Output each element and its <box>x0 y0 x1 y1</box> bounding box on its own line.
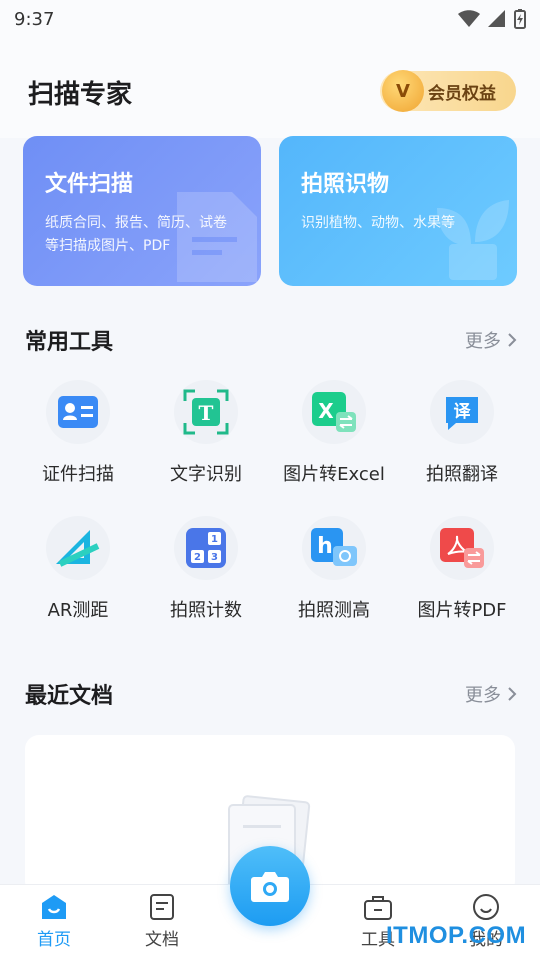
tools-more-link[interactable]: 更多 <box>465 327 517 353</box>
object-recognition-desc: 识别植物、动物、水果等 <box>301 215 455 231</box>
status-time: 9:37 <box>14 8 55 30</box>
tool-label: 拍照计数 <box>170 600 242 621</box>
tool-image-to-excel[interactable]: X 图片转Excel <box>270 380 398 498</box>
camera-button[interactable] <box>230 846 310 926</box>
home-icon <box>42 895 66 919</box>
tab-home[interactable]: 首页 <box>14 893 94 950</box>
tool-id-scan[interactable]: 证件扫描 <box>14 380 142 498</box>
toolbox-icon <box>364 896 392 920</box>
tab-documents-label: 文档 <box>145 930 179 950</box>
header: 扫描专家 V 会员权益 <box>0 38 540 138</box>
recent-section-title: 最近文档 <box>25 684 114 709</box>
tool-label: 图片转PDF <box>417 600 507 621</box>
status-icons <box>458 9 526 29</box>
signal-icon <box>488 10 505 27</box>
count-icon: 1 2 3 <box>186 528 226 568</box>
wifi-icon <box>458 10 480 27</box>
id-card-icon <box>58 396 98 428</box>
svg-text:1: 1 <box>211 534 218 545</box>
watermark-text: ITMOP.COM <box>386 922 527 949</box>
tool-photo-translate[interactable]: 译 拍照翻译 <box>398 380 526 498</box>
svg-text:T: T <box>199 401 214 425</box>
tools-grid: 证件扫描 T 文字识别 X 图片转Excel 译 拍照翻译 AR测距 1 2 3… <box>14 380 526 634</box>
tool-ar-measure[interactable]: AR测距 <box>14 516 142 634</box>
recent-more-link[interactable]: 更多 <box>465 681 517 707</box>
excel-icon: X <box>312 392 356 432</box>
tool-photo-count[interactable]: 1 2 3 拍照计数 <box>142 516 270 634</box>
translate-icon: 译 <box>446 397 478 430</box>
vip-badge-icon: V <box>382 70 424 112</box>
recent-more-label: 更多 <box>465 685 501 706</box>
svg-text:2: 2 <box>194 552 201 563</box>
battery-icon <box>514 9 526 29</box>
tab-home-label: 首页 <box>37 930 71 950</box>
file-scan-desc: 纸质合同、报告、简历、试卷等扫描成图片、PDF <box>45 215 227 254</box>
height-icon: h <box>311 528 357 566</box>
camera-icon <box>251 872 289 902</box>
vip-benefits-button[interactable]: V 会员权益 <box>380 70 516 112</box>
pdf-icon <box>440 528 484 568</box>
recent-section-header: 最近文档 更多 <box>25 678 517 710</box>
svg-text:X: X <box>318 399 334 423</box>
tool-label: AR测距 <box>47 600 109 621</box>
app-title: 扫描专家 <box>28 80 133 110</box>
tool-image-to-pdf[interactable]: 图片转PDF <box>398 516 526 634</box>
svg-text:h: h <box>317 534 333 559</box>
tool-label: 拍照测高 <box>298 600 370 621</box>
text-recognition-icon: T <box>183 389 229 435</box>
tool-label: 图片转Excel <box>283 464 385 485</box>
object-recognition-card[interactable]: 拍照识物 识别植物、动物、水果等 <box>279 136 517 286</box>
chevron-right-icon <box>508 687 517 701</box>
status-bar: 9:37 <box>0 0 540 38</box>
tool-photo-height[interactable]: h 拍照测高 <box>270 516 398 634</box>
document-tab-icon <box>150 894 174 920</box>
tools-more-label: 更多 <box>465 331 501 352</box>
vip-label: 会员权益 <box>428 83 496 104</box>
tools-section-title: 常用工具 <box>25 330 114 355</box>
file-scan-card[interactable]: 文件扫描 纸质合同、报告、简历、试卷等扫描成图片、PDF <box>23 136 261 286</box>
profile-icon <box>473 894 499 920</box>
tool-label: 证件扫描 <box>42 464 114 485</box>
svg-text:译: 译 <box>454 402 472 422</box>
tool-label: 拍照翻译 <box>426 464 498 485</box>
tool-label: 文字识别 <box>170 464 242 485</box>
tab-documents[interactable]: 文档 <box>122 893 202 950</box>
svg-text:3: 3 <box>211 552 218 563</box>
tool-text-recognition[interactable]: T 文字识别 <box>142 380 270 498</box>
ruler-icon <box>56 530 100 567</box>
object-recognition-title: 拍照识物 <box>301 172 390 197</box>
chevron-right-icon <box>508 333 517 347</box>
plant-icon <box>437 200 509 280</box>
tools-section-header: 常用工具 更多 <box>25 324 517 356</box>
